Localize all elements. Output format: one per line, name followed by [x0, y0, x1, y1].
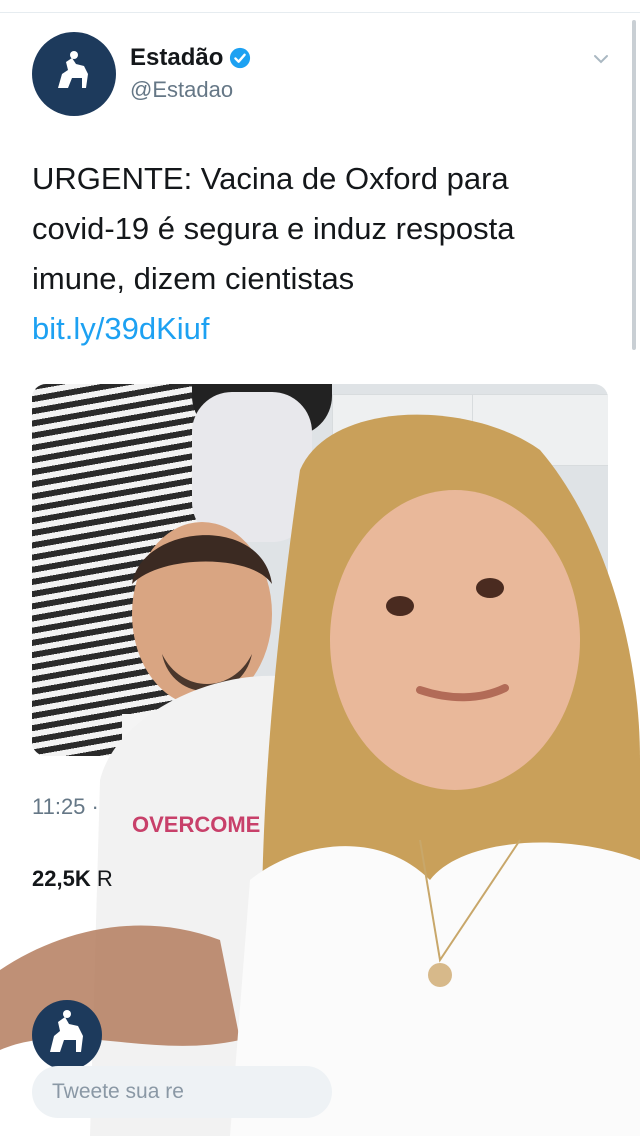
tweet-text: URGENTE: Vacina de Oxford para covid-19 …	[32, 161, 515, 296]
retweet-count: 22,5K	[32, 866, 91, 891]
retweet-stat[interactable]: 22,5K R	[32, 866, 113, 892]
shirt-text: OVERCOME	[132, 812, 260, 837]
tweet-link[interactable]: bit.ly/39dKiuf	[32, 304, 592, 354]
wall-tile	[472, 394, 608, 466]
handle[interactable]: @Estadao	[130, 77, 233, 103]
name-row: Estadão	[130, 44, 251, 72]
reply-input[interactable]: Tweete sua re	[32, 1066, 332, 1118]
tweet-media[interactable]	[32, 384, 608, 756]
wall-tile	[332, 464, 474, 556]
chevron-down-icon[interactable]	[592, 50, 610, 68]
display-name[interactable]: Estadão	[130, 44, 223, 72]
estadao-horse-logo-icon	[50, 1010, 83, 1052]
estadao-horse-logo-icon	[58, 51, 88, 88]
tweet-timestamp: 11:25 ·	[32, 794, 99, 819]
verified-badge-icon	[230, 47, 251, 69]
scrollbar[interactable]	[632, 20, 636, 350]
wall-tile	[332, 394, 474, 466]
top-divider	[0, 12, 640, 13]
retweet-label: R	[96, 866, 113, 891]
reply-avatar	[32, 1000, 102, 1070]
man-figure	[122, 522, 322, 756]
tweet-body: URGENTE: Vacina de Oxford para covid-19 …	[32, 154, 592, 354]
tweet-header: Estadão @Estadao	[32, 32, 612, 122]
author-avatar[interactable]	[32, 32, 116, 116]
